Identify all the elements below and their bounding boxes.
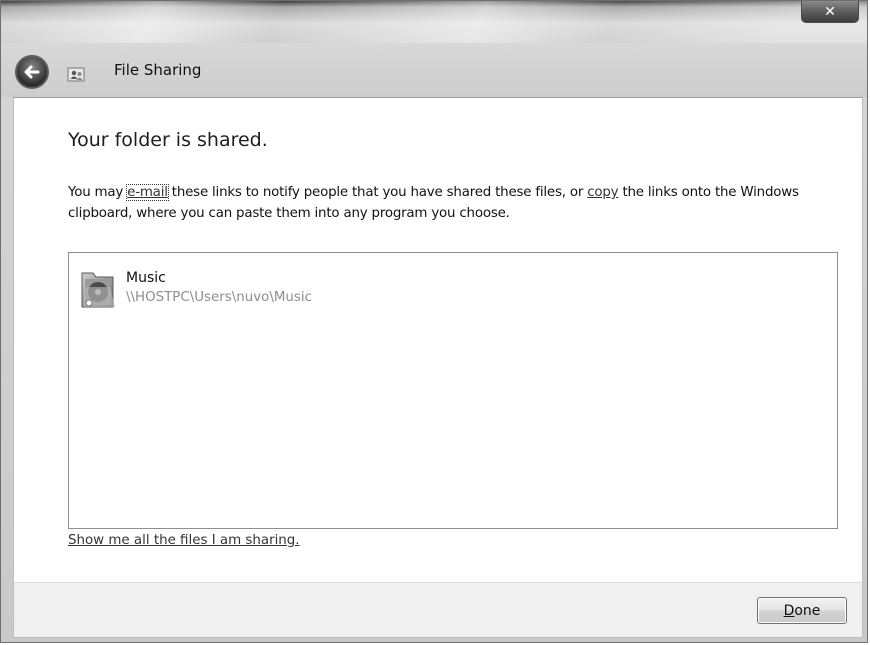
- done-button-label: one: [794, 602, 821, 619]
- show-shared-files-link[interactable]: Show me all the files I am sharing.: [68, 533, 300, 548]
- copy-link[interactable]: copy: [587, 185, 618, 200]
- back-button[interactable]: [15, 55, 49, 89]
- page-heading: Your folder is shared.: [68, 129, 268, 151]
- close-button[interactable]: ✕: [801, 1, 859, 23]
- done-button[interactable]: Done: [757, 597, 847, 624]
- description-part-2: these links to notify people that you ha…: [167, 185, 588, 200]
- description-part-1: You may: [68, 185, 128, 200]
- file-sharing-icon: [67, 67, 85, 82]
- shared-items-list[interactable]: Music \\HOSTPC\Users\nuvo\Music: [68, 252, 838, 529]
- content-area: Your folder is shared. You may e-mail th…: [13, 97, 863, 582]
- item-path: \\HOSTPC\Users\nuvo\Music: [126, 290, 312, 305]
- window-title: File Sharing: [114, 61, 202, 79]
- footer-bar: Done: [13, 582, 863, 638]
- music-folder-icon: [81, 272, 115, 308]
- file-sharing-window: ✕ File Sharing Your folder is shared. Yo…: [0, 0, 868, 643]
- list-item-music[interactable]: Music \\HOSTPC\Users\nuvo\Music: [79, 265, 399, 315]
- back-arrow-icon: [24, 65, 40, 79]
- item-name: Music: [126, 270, 166, 286]
- description-text: You may e-mail these links to notify peo…: [68, 182, 828, 224]
- email-link[interactable]: e-mail: [126, 184, 169, 201]
- close-icon: ✕: [824, 3, 836, 20]
- navigation-bar: File Sharing: [1, 43, 867, 97]
- done-button-mnemonic: D: [783, 602, 795, 619]
- title-bar: ✕: [1, 1, 867, 43]
